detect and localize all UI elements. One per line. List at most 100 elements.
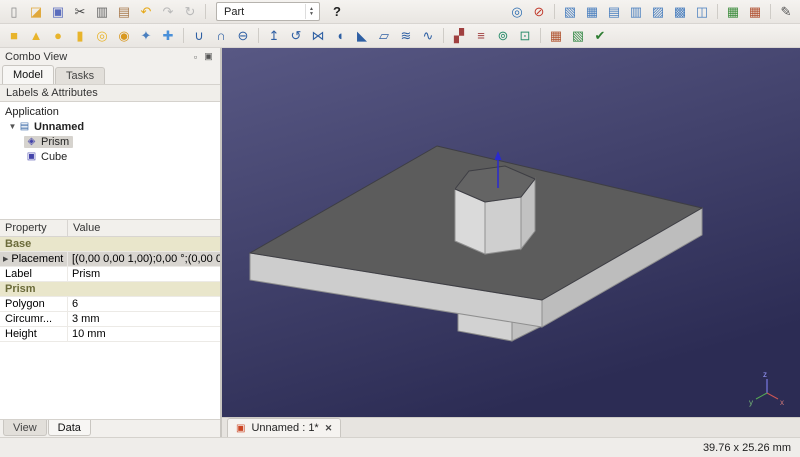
combo-view-header: Combo View ▫ ▣ [0, 48, 220, 65]
property-value-cell[interactable]: Prism [68, 267, 220, 281]
copy-button[interactable]: ▥ [91, 2, 113, 22]
part-cylinder-button[interactable]: ▮ [69, 26, 91, 46]
tab-view[interactable]: View [3, 420, 47, 436]
tree-item-label: Prism [41, 136, 69, 148]
property-name-cell[interactable]: Height [0, 327, 68, 341]
tree-item-cube[interactable]: ▣ Cube [0, 149, 220, 164]
cut-button[interactable]: ✂ [69, 2, 91, 22]
property-column-header[interactable]: Property [0, 220, 68, 236]
undo-button[interactable]: ↶ [135, 2, 157, 22]
part-offset-button[interactable]: ⊚ [492, 26, 514, 46]
tree-item-prism[interactable]: ◈ Prism [0, 134, 220, 149]
view-bottom-button[interactable]: ▩ [669, 2, 691, 22]
part-shape-builder-button[interactable]: ✚ [157, 26, 179, 46]
property-row-polygon[interactable]: Polygon6 [0, 297, 220, 312]
3d-scene[interactable]: z x y [222, 48, 800, 417]
view-isometric-button[interactable]: ▧ [559, 2, 581, 22]
property-name-cell[interactable]: Circumr... [0, 312, 68, 326]
view-front-button[interactable]: ▦ [581, 2, 603, 22]
part-sweep-button[interactable]: ∿ [417, 26, 439, 46]
view-top-button[interactable]: ▤ [603, 2, 625, 22]
toolbar-separator [770, 4, 771, 19]
close-tab-icon[interactable]: ✕ [325, 423, 333, 434]
part-section-button[interactable]: ▞ [448, 26, 470, 46]
annotation-pen-button[interactable]: ✎ [775, 2, 797, 22]
refresh-button[interactable]: ↻ [179, 2, 201, 22]
property-row-height[interactable]: Height10 mm [0, 327, 220, 342]
property-name-cell[interactable]: Label [0, 267, 68, 281]
part-cross-sections-button[interactable]: ≡ [470, 26, 492, 46]
property-view-tabs: View Data [0, 419, 220, 437]
property-group-base[interactable]: Base [0, 237, 220, 252]
close-panel-button[interactable]: ▣ [202, 50, 215, 63]
part-boolean-cut-button[interactable]: ⊖ [232, 26, 254, 46]
document-tab-unnamed[interactable]: ▣ Unnamed : 1* ✕ [227, 418, 341, 437]
part-fillet-button[interactable]: ◖ [329, 26, 351, 46]
part-revolve-button[interactable]: ↺ [285, 26, 307, 46]
part-thickness-button[interactable]: ⊡ [514, 26, 536, 46]
part-ruled-surface-button[interactable]: ▱ [373, 26, 395, 46]
view-right-button[interactable]: ▥ [625, 2, 647, 22]
part-torus-button[interactable]: ◎ [91, 26, 113, 46]
tree-root-application[interactable]: Application [0, 104, 220, 119]
float-panel-button[interactable]: ▫ [189, 50, 202, 63]
part-appearance-button[interactable]: ▦ [545, 26, 567, 46]
expand-arrow-icon[interactable]: ▶ [3, 255, 8, 263]
view-left-button[interactable]: ◫ [691, 2, 713, 22]
property-name-cell[interactable]: Polygon [0, 297, 68, 311]
tab-model[interactable]: Model [2, 65, 54, 84]
combo-spinner-icon[interactable]: ▲▼ [305, 4, 317, 19]
part-boolean-common-button[interactable]: ∩ [210, 26, 232, 46]
paste-button[interactable]: ▤ [113, 2, 135, 22]
toolbar-separator [540, 28, 541, 43]
property-row-placement[interactable]: ▶Placement[(0,00 0,00 1,00);0,00 °;(0,00… [0, 252, 220, 267]
prism-front-face[interactable] [485, 197, 521, 254]
property-row-circumr[interactable]: Circumr...3 mm [0, 312, 220, 327]
tab-data[interactable]: Data [48, 420, 91, 436]
toolbar-separator [443, 28, 444, 43]
property-row-label[interactable]: LabelPrism [0, 267, 220, 282]
part-tools: ■▲●▮◎◉✦✚ ∪∩⊖ ↥↺⋈◖◣▱≋∿ ▞≡⊚⊡ ▦▧✔ [3, 26, 611, 46]
view-rear-button[interactable]: ▨ [647, 2, 669, 22]
prism-solid[interactable] [455, 166, 535, 254]
axis-y-label: y [749, 398, 753, 407]
save-document-button[interactable]: ▣ [47, 2, 69, 22]
tree-document-unnamed[interactable]: ▼ ▤ Unnamed [0, 119, 220, 134]
labels-attributes-header[interactable]: Labels & Attributes [0, 84, 220, 102]
zoom-fit-button[interactable]: ◎ [506, 2, 528, 22]
property-value-cell[interactable]: 6 [68, 297, 220, 311]
new-document-button[interactable]: ▯ [3, 2, 25, 22]
part-random-color-button[interactable]: ▧ [567, 26, 589, 46]
toolbar-part-workbench: ■▲●▮◎◉✦✚ ∪∩⊖ ↥↺⋈◖◣▱≋∿ ▞≡⊚⊡ ▦▧✔ [0, 24, 800, 48]
toolbar-standard: ▯◪▣✂▥▤↶↷↻ Part ▲▼ ? ◎⊘▧▦▤▥▨▩◫▦▦✎ [0, 0, 800, 24]
draw-style-button[interactable]: ⊘ [528, 2, 550, 22]
property-name-cell[interactable]: ▶Placement [0, 252, 68, 266]
part-boolean-union-button[interactable]: ∪ [188, 26, 210, 46]
workbench-selector[interactable]: Part ▲▼ [216, 2, 320, 21]
texture-view-button[interactable]: ▦ [722, 2, 744, 22]
part-chamfer-button[interactable]: ◣ [351, 26, 373, 46]
part-primitives-button[interactable]: ✦ [135, 26, 157, 46]
freecad-doc-icon: ▣ [236, 423, 245, 434]
part-cone-button[interactable]: ▲ [25, 26, 47, 46]
property-value-cell[interactable]: 10 mm [68, 327, 220, 341]
expand-arrow-icon[interactable]: ▼ [7, 122, 18, 131]
part-loft-button[interactable]: ≋ [395, 26, 417, 46]
property-group-prism[interactable]: Prism [0, 282, 220, 297]
clipping-plane-button[interactable]: ▦ [744, 2, 766, 22]
part-extrude-button[interactable]: ↥ [263, 26, 285, 46]
part-check-geometry-button[interactable]: ✔ [589, 26, 611, 46]
value-column-header[interactable]: Value [68, 220, 220, 236]
tab-tasks[interactable]: Tasks [55, 67, 105, 84]
whats-this-button[interactable]: ? [326, 2, 348, 22]
axis-x-label: x [780, 398, 784, 407]
open-document-button[interactable]: ◪ [25, 2, 47, 22]
part-tube-button[interactable]: ◉ [113, 26, 135, 46]
part-box-button[interactable]: ■ [3, 26, 25, 46]
part-sphere-button[interactable]: ● [47, 26, 69, 46]
toolbar-separator [183, 28, 184, 43]
redo-button[interactable]: ↷ [157, 2, 179, 22]
property-value-cell[interactable]: [(0,00 0,00 1,00);0,00 °;(0,00 0,00 ....… [68, 252, 220, 266]
part-mirror-button[interactable]: ⋈ [307, 26, 329, 46]
property-value-cell[interactable]: 3 mm [68, 312, 220, 326]
